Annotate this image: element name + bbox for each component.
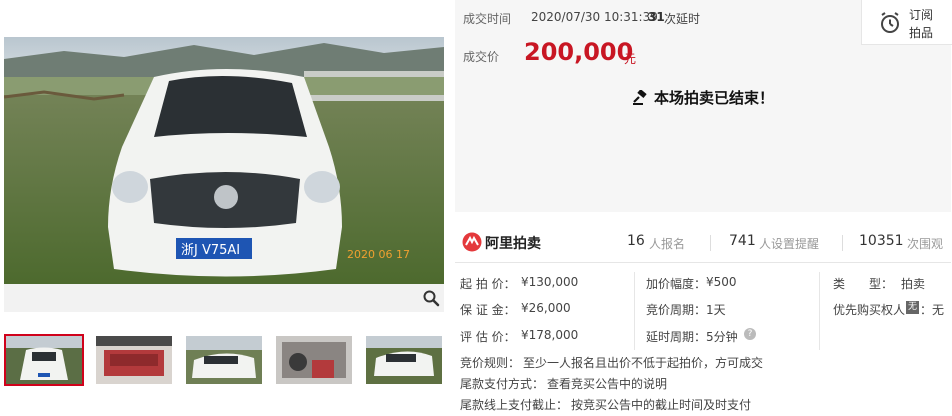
stat-views-label: 次围观 <box>907 237 944 251</box>
main-photo[interactable]: 浙J V75AI 2020 06 17 <box>4 37 444 284</box>
stat-registered-label: 人报名 <box>649 237 686 251</box>
delay-label: 次延时 <box>664 12 701 26</box>
thumbnail-4[interactable] <box>276 336 352 384</box>
delay-period-value: 5分钟 <box>706 330 738 344</box>
increment-label: 加价幅度： <box>646 277 707 291</box>
deal-time-label: 成交时间 <box>463 12 512 26</box>
increment-value: ¥500 <box>706 275 737 289</box>
auction-ended-message: 本场拍卖已结束！ <box>455 87 951 110</box>
deposit-value: ¥26,000 <box>521 301 571 315</box>
thumbnail-5[interactable] <box>366 336 442 384</box>
bid-rule-value: 至少一人报名且出价不低于起拍价，方可成交 <box>523 356 764 370</box>
thumbnail-1[interactable] <box>4 334 84 386</box>
payment-method-value: 查看竞买公告中的说明 <box>547 377 668 391</box>
delay-period-label: 延时周期： <box>646 330 707 344</box>
deal-time-value: 2020/07/30 10:31:39 <box>531 10 658 24</box>
appraisal-label: 评 估 价： <box>460 330 516 344</box>
type-label: 类 型： <box>833 277 894 291</box>
auction-stats-row: 阿里拍卖 16 人报名 741 人设置提醒 10351 次围观 <box>455 222 951 263</box>
alarm-clock-icon <box>878 11 902 39</box>
stat-registered-count: 16 <box>627 233 645 249</box>
priority-buyer-value: ：无 <box>920 303 945 317</box>
thumbnail-2[interactable] <box>96 336 172 384</box>
deal-price-unit: 元 <box>624 52 637 66</box>
type-value: 拍卖 <box>901 277 926 291</box>
gavel-icon <box>632 89 648 110</box>
license-plate: 浙J V75AI <box>181 243 240 258</box>
zoom-icon[interactable] <box>422 289 440 307</box>
bid-period-label: 竞价周期： <box>646 303 707 317</box>
start-price-label: 起 拍 价： <box>460 277 516 291</box>
details-divider <box>634 272 635 350</box>
auction-status-area: 本场拍卖已结束！ <box>455 74 951 212</box>
stats-divider <box>842 235 843 251</box>
deal-price-value: 200,000 <box>524 38 634 66</box>
priority-buyer-label: 优先购买权人 <box>833 303 906 317</box>
stat-views-count: 10351 <box>859 233 904 249</box>
stat-reminders-count: 741 <box>729 233 756 249</box>
priority-buyer-badge: 无 <box>906 301 919 314</box>
stats-divider <box>710 235 711 251</box>
payment-deadline-label: 尾款线上支付截止： <box>460 398 569 412</box>
brand-name: 阿里拍卖 <box>485 236 541 252</box>
subscribe-label-1: 订阅 <box>909 8 934 22</box>
deposit-label: 保 证 金： <box>460 303 516 317</box>
delay-count: 31 <box>648 10 665 24</box>
subscribe-label-2: 拍品 <box>909 26 934 40</box>
thumbnail-3[interactable] <box>186 336 262 384</box>
ali-auction-logo-icon <box>462 232 482 256</box>
appraisal-value: ¥178,000 <box>521 328 579 342</box>
bid-rule-label: 竞价规则： <box>460 356 521 370</box>
zoom-bar <box>4 284 444 312</box>
payment-deadline-value: 按竞买公告中的截止时间及时支付 <box>571 398 752 412</box>
bid-period-value: 1天 <box>706 303 726 317</box>
payment-method-label: 尾款支付方式： <box>460 377 545 391</box>
details-divider <box>819 272 820 350</box>
photo-date-stamp: 2020 06 17 <box>347 248 410 261</box>
subscribe-button[interactable]: 订阅 拍品 <box>861 0 952 45</box>
deal-price-label: 成交价 <box>463 50 500 64</box>
stat-reminders-label: 人设置提醒 <box>759 237 820 251</box>
help-icon[interactable]: ? <box>744 328 756 340</box>
start-price-value: ¥130,000 <box>521 275 579 289</box>
car-photo: 浙J V75AI 2020 06 17 <box>4 37 444 284</box>
